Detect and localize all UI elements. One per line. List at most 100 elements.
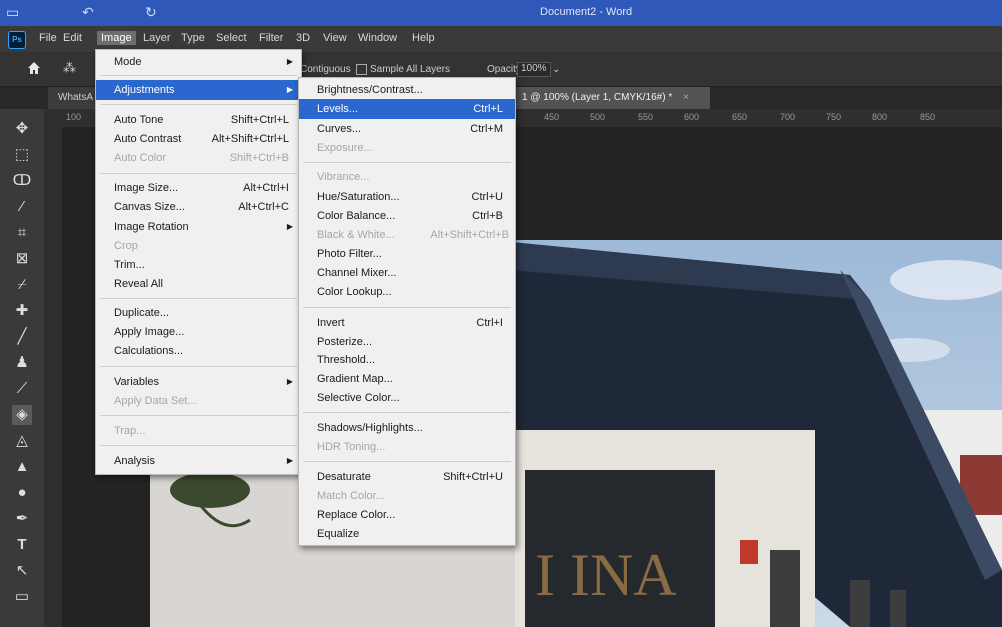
menu-item-black-white[interactable]: Black & White... Alt+Shift+Ctrl+B bbox=[299, 225, 515, 245]
menu-item-threshold[interactable]: Threshold... bbox=[299, 350, 515, 370]
menu-item-apply-image[interactable]: Apply Image... bbox=[96, 322, 301, 342]
menu-filter[interactable]: Filter bbox=[259, 32, 283, 44]
frame-tool-icon[interactable]: ⊠ bbox=[12, 249, 32, 269]
menu-item-label: Threshold... bbox=[317, 354, 376, 366]
menu-item-auto-color[interactable]: Auto Color Shift+Ctrl+B bbox=[96, 148, 301, 168]
pen-tool-icon[interactable]: ✒ bbox=[12, 509, 32, 529]
menu-item-levels[interactable]: Levels... Ctrl+L bbox=[299, 99, 515, 119]
opacity-field[interactable]: 100% bbox=[517, 62, 551, 77]
menu-item-channel-mixer[interactable]: Channel Mixer... bbox=[299, 263, 515, 283]
magic-wand-tool-icon[interactable]: ⁄ bbox=[12, 197, 32, 217]
menu-item-label: Photo Filter... bbox=[317, 248, 382, 260]
crop-tool-icon[interactable]: ⌗ bbox=[12, 223, 32, 243]
path-selection-tool-icon[interactable]: ↖ bbox=[12, 561, 32, 581]
stamp-tool-icon[interactable]: ♟ bbox=[12, 353, 32, 373]
svg-text:I INA: I INA bbox=[535, 542, 677, 608]
menu-image[interactable]: Image bbox=[97, 31, 136, 45]
menu-item-vibrance[interactable]: Vibrance... bbox=[299, 167, 515, 187]
menu-item-label: Brightness/Contrast... bbox=[317, 84, 423, 96]
menu-item-mode[interactable]: Mode ▶ bbox=[96, 52, 301, 72]
photoshop-logo-icon[interactable]: Ps bbox=[8, 31, 26, 49]
type-tool-icon[interactable]: T bbox=[12, 535, 32, 555]
eraser-tool-icon[interactable]: ◈ bbox=[12, 405, 32, 425]
menu-type[interactable]: Type bbox=[181, 32, 205, 44]
brush-tool-icon[interactable]: ╱ bbox=[12, 327, 32, 347]
menu-item-label: Analysis bbox=[114, 455, 155, 467]
magic-wand-tool-preset-icon[interactable]: ⁂ bbox=[63, 60, 76, 76]
menu-divider bbox=[303, 162, 511, 163]
menu-item-equalize[interactable]: Equalize bbox=[299, 524, 515, 544]
menu-item-brightness-contrast[interactable]: Brightness/Contrast... bbox=[299, 80, 515, 100]
submenu-arrow-icon: ▶ bbox=[286, 222, 293, 231]
menu-divider bbox=[100, 75, 297, 76]
menu-item-hdr-toning[interactable]: HDR Toning... bbox=[299, 437, 515, 457]
tab-document[interactable]: 1 @ 100% (Layer 1, CMYK/16#) * × bbox=[512, 87, 710, 109]
submenu-arrow-icon: ▶ bbox=[286, 456, 293, 465]
marquee-tool-icon[interactable]: ⬚ bbox=[12, 145, 32, 165]
menu-item-image-size[interactable]: Image Size... Alt+Ctrl+I bbox=[96, 178, 301, 198]
menu-item-trap[interactable]: Trap... bbox=[96, 421, 301, 441]
menu-item-replace-color[interactable]: Replace Color... bbox=[299, 505, 515, 525]
menu-item-label: Auto Color bbox=[114, 152, 166, 164]
menu-item-duplicate[interactable]: Duplicate... bbox=[96, 303, 301, 323]
tab-close-icon[interactable]: × bbox=[683, 92, 689, 103]
gradient-tool-icon[interactable]: ◬ bbox=[12, 431, 32, 451]
menu-item-adjustments[interactable]: Adjustments ▶ bbox=[96, 80, 301, 100]
menu-item-posterize[interactable]: Posterize... bbox=[299, 332, 515, 352]
healing-brush-tool-icon[interactable]: ✚ bbox=[12, 301, 32, 321]
rectangle-tool-icon[interactable]: ▭ bbox=[12, 587, 32, 607]
dodge-tool-icon[interactable]: ● bbox=[12, 483, 32, 503]
menu-item-canvas-size[interactable]: Canvas Size... Alt+Ctrl+C bbox=[96, 197, 301, 217]
undo-icon[interactable]: ↶ bbox=[82, 4, 94, 21]
menu-item-exposure[interactable]: Exposure... bbox=[299, 138, 515, 158]
menu-item-shortcut: Ctrl+B bbox=[472, 210, 503, 222]
redo-icon[interactable]: ↻ bbox=[145, 4, 157, 21]
menu-window[interactable]: Window bbox=[358, 32, 397, 44]
menu-select[interactable]: Select bbox=[216, 32, 247, 44]
menu-item-color-lookup[interactable]: Color Lookup... bbox=[299, 282, 515, 302]
menu-item-label: Posterize... bbox=[317, 336, 373, 348]
menu-item-curves[interactable]: Curves... Ctrl+M bbox=[299, 119, 515, 139]
menu-file[interactable]: File bbox=[39, 32, 57, 44]
menu-item-label: Canvas Size... bbox=[114, 201, 185, 213]
menu-edit[interactable]: Edit bbox=[63, 32, 82, 44]
ruler-tick: 850 bbox=[920, 112, 936, 122]
menu-item-desaturate[interactable]: Desaturate Shift+Ctrl+U bbox=[299, 467, 515, 487]
menu-item-variables[interactable]: Variables ▶ bbox=[96, 372, 301, 392]
lasso-tool-icon[interactable]: ↀ bbox=[12, 171, 32, 191]
menu-help[interactable]: Help bbox=[412, 32, 435, 44]
history-brush-tool-icon[interactable]: ⟋ bbox=[12, 379, 32, 399]
menu-item-apply-data-set[interactable]: Apply Data Set... bbox=[96, 391, 301, 411]
home-icon[interactable] bbox=[27, 61, 41, 75]
menu-item-invert[interactable]: Invert Ctrl+I bbox=[299, 313, 515, 333]
menu-item-image-rotation[interactable]: Image Rotation ▶ bbox=[96, 217, 301, 237]
opacity-dropdown-icon[interactable]: ⌄ bbox=[552, 64, 560, 75]
menu-item-calculations[interactable]: Calculations... bbox=[96, 341, 301, 361]
menu-item-gradient-map[interactable]: Gradient Map... bbox=[299, 369, 515, 389]
blur-tool-icon[interactable]: ▲ bbox=[12, 457, 32, 477]
menu-item-analysis[interactable]: Analysis ▶ bbox=[96, 451, 301, 471]
menu-item-trim[interactable]: Trim... bbox=[96, 255, 301, 275]
sample-all-layers-checkbox[interactable] bbox=[356, 64, 367, 75]
menu-layer[interactable]: Layer bbox=[143, 32, 171, 44]
menu-3d[interactable]: 3D bbox=[296, 32, 310, 44]
menu-item-photo-filter[interactable]: Photo Filter... bbox=[299, 244, 515, 264]
menu-item-auto-tone[interactable]: Auto Tone Shift+Ctrl+L bbox=[96, 110, 301, 130]
menu-item-match-color[interactable]: Match Color... bbox=[299, 486, 515, 506]
menu-item-reveal-all[interactable]: Reveal All bbox=[96, 274, 301, 294]
menu-item-crop[interactable]: Crop bbox=[96, 236, 301, 256]
menu-view[interactable]: View bbox=[323, 32, 347, 44]
menu-item-shadows-highlights[interactable]: Shadows/Highlights... bbox=[299, 418, 515, 438]
menu-item-hue-saturation[interactable]: Hue/Saturation... Ctrl+U bbox=[299, 187, 515, 207]
image-menu: Mode ▶ Adjustments ▶ Auto Tone Shift+Ctr… bbox=[95, 49, 302, 475]
menu-item-color-balance[interactable]: Color Balance... Ctrl+B bbox=[299, 206, 515, 226]
ruler-tick: 650 bbox=[732, 112, 748, 122]
ruler-tick: 100 bbox=[66, 112, 82, 122]
eyedropper-tool-icon[interactable]: ⌿ bbox=[12, 275, 32, 295]
move-tool-icon[interactable]: ✥ bbox=[12, 119, 32, 139]
menu-item-selective-color[interactable]: Selective Color... bbox=[299, 388, 515, 408]
save-icon[interactable]: ▭ bbox=[6, 4, 19, 21]
menu-item-label: Levels... bbox=[317, 103, 358, 115]
menu-item-label: Mode bbox=[114, 56, 142, 68]
menu-item-auto-contrast[interactable]: Auto Contrast Alt+Shift+Ctrl+L bbox=[96, 129, 301, 149]
